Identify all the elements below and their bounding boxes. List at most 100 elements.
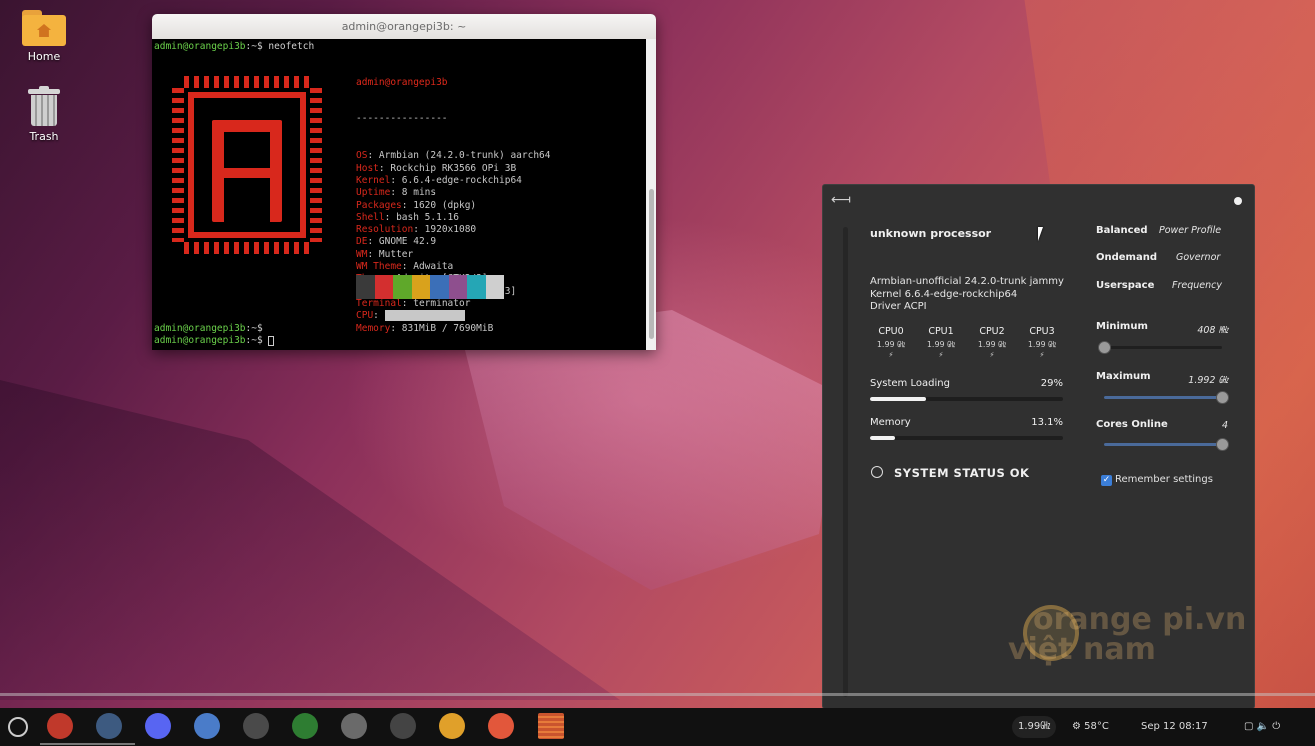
palette-swatch <box>356 275 375 299</box>
power-profile-value[interactable]: Balanced <box>1096 225 1148 236</box>
taskbar-app-green-app-icon[interactable] <box>292 713 318 739</box>
home-folder-icon <box>22 10 66 46</box>
processor-name: unknown processor <box>870 227 992 240</box>
tray-frequency[interactable]: 1.99㎓ <box>1012 708 1057 746</box>
cpu-core-name: CPU1 <box>928 326 954 337</box>
neofetch-line: CPU: (4) @ 1.992GHz <box>356 310 465 322</box>
terminal-title[interactable]: admin@orangepi3b: ~ <box>152 14 656 39</box>
desktop-trash[interactable]: Trash <box>9 86 79 143</box>
palette-swatch <box>448 275 467 299</box>
ubuntu-menu-icon[interactable] <box>8 717 28 737</box>
taskbar-app-cpufreq-app-icon[interactable] <box>538 713 564 739</box>
cpu-core: CPU2 1.99 ㎓ ⚡ <box>972 326 1012 359</box>
neofetch-line: Terminal: terminator <box>356 297 471 309</box>
slider-knob[interactable] <box>1216 391 1229 404</box>
terminal-prompt-line: admin@orangepi3b:~$ <box>154 323 263 334</box>
minimum-slider[interactable] <box>1098 341 1222 354</box>
smile-icon <box>871 466 883 478</box>
cpu-core-freq: 1.99 ㎓ <box>977 340 1007 349</box>
slider-knob[interactable] <box>1216 438 1229 451</box>
cpu-core: CPU1 1.99 ㎓ ⚡ <box>921 326 961 359</box>
back-arrow-icon[interactable]: ⟻ <box>831 192 851 208</box>
bolt-icon: ⚡ <box>888 351 894 359</box>
neofetch-line: OS: Armbian (24.2.0-trunk) aarch64 <box>356 150 551 162</box>
maximum-slider[interactable] <box>1104 391 1229 404</box>
terminal-window[interactable]: admin@orangepi3b: ~ admin@orangepi3b:~$ … <box>152 14 656 350</box>
neofetch-line: Memory: 831MiB / 7690MiB <box>356 322 494 334</box>
maximum-value: 1.992 ㎓ <box>1188 375 1228 386</box>
minimum-label: Minimum <box>1096 321 1148 332</box>
window-icon: ▢ <box>1244 721 1254 732</box>
taskbar-app-chromium-icon[interactable] <box>194 713 220 739</box>
neofetch-line: Shell: bash 5.1.16 <box>356 211 459 223</box>
cores-online-slider[interactable] <box>1104 438 1229 451</box>
neofetch-line: Resolution: 1920x1080 <box>356 224 477 236</box>
remember-settings-label: Remember settings <box>1115 474 1213 485</box>
video-progress-line <box>0 693 1315 696</box>
taskbar-active-indicator <box>40 743 135 745</box>
neofetch-line: Uptime: 8 mins <box>356 187 437 199</box>
frequency-label: Frequency <box>1172 280 1222 291</box>
bolt-icon: ⚡ <box>989 351 995 359</box>
neofetch-line: WM Theme: Adwaita <box>356 261 454 273</box>
trash-icon <box>28 86 60 126</box>
neofetch-line: DE: GNOME 42.9 <box>356 236 437 248</box>
slider-knob[interactable] <box>1098 341 1111 354</box>
palette-swatch <box>430 275 449 299</box>
terminal-scrollbar[interactable] <box>646 39 656 350</box>
cpu-core: CPU0 1.99 ㎓ ⚡ <box>871 326 911 359</box>
cpu-core-name: CPU2 <box>979 326 1005 337</box>
cpu-core-freq: 1.99 ㎓ <box>1027 340 1057 349</box>
cursor <box>268 335 275 346</box>
cpu-core-name: CPU3 <box>1029 326 1055 337</box>
neofetch-line: Kernel: 6.6.4-edge-rockchip64 <box>356 174 522 186</box>
taskbar <box>0 708 1315 746</box>
memory-bar <box>870 436 1063 440</box>
taskbar-app-image-viewer-icon[interactable] <box>341 713 367 739</box>
maximum-label: Maximum <box>1096 371 1151 382</box>
panel-scrollbar[interactable] <box>843 227 848 697</box>
governor-value[interactable]: Ondemand <box>1096 252 1157 263</box>
desktop-trash-label: Trash <box>29 130 59 143</box>
terminal-prompt-line: admin@orangepi3b:~$ <box>154 335 275 346</box>
color-palette <box>356 275 504 299</box>
system-status: SYSTEM STATUS OK <box>894 466 1030 480</box>
bolt-icon: ⚡ <box>938 351 944 359</box>
governor-label: Governor <box>1176 252 1221 263</box>
system-loading-label: System Loading <box>870 378 950 389</box>
tray-system-icons[interactable]: ▢ 🔈 ⏻ <box>1244 708 1280 746</box>
frequency-value[interactable]: Userspace <box>1096 280 1154 291</box>
desktop-home[interactable]: Home <box>9 10 79 63</box>
memory-value: 13.1% <box>1031 417 1063 428</box>
taskbar-app-discord-icon[interactable] <box>145 713 171 739</box>
taskbar-app-app-red-icon[interactable] <box>47 713 73 739</box>
desktop-home-label: Home <box>27 50 61 63</box>
taskbar-app-chrome-icon[interactable] <box>439 713 465 739</box>
tray-temperature[interactable]: ⚙ 58°C <box>1072 708 1109 746</box>
system-info: Armbian-unofficial 24.2.0-trunk jammy Ke… <box>870 276 1064 312</box>
terminal-command-line: admin@orangepi3b:~$ neofetch <box>154 41 315 52</box>
remember-settings-checkbox[interactable]: ✓ <box>1101 475 1112 486</box>
terminal-body[interactable]: admin@orangepi3b:~$ neofetch admin@orang… <box>152 39 656 350</box>
taskbar-app-files-icon[interactable] <box>96 713 122 739</box>
neofetch-line: WM: Mutter <box>356 248 414 260</box>
system-loading-bar <box>870 397 1063 401</box>
thermometer-icon: ⚙ <box>1072 721 1081 732</box>
menu-dot-icon[interactable] <box>1234 197 1242 205</box>
tray-clock[interactable]: Sep 12 08:17 <box>1141 708 1208 746</box>
taskbar-app-sublime-icon[interactable] <box>243 713 269 739</box>
taskbar-app-terminal-icon[interactable] <box>390 713 416 739</box>
neofetch-separator: ---------------- <box>356 113 448 125</box>
power-icon: ⏻ <box>1272 721 1281 732</box>
cpufreq-panel: ⟻ unknown processor Armbian-unofficial 2… <box>822 184 1255 709</box>
palette-swatch <box>485 275 504 299</box>
cpu-core: CPU3 1.99 ㎓ ⚡ <box>1022 326 1062 359</box>
neofetch-line: Host: Rockchip RK3566 OPi 3B <box>356 162 517 174</box>
minimum-value: 408 ㎒ <box>1197 325 1228 336</box>
cores-online-value: 4 <box>1221 420 1228 431</box>
power-profile-label: Power Profile <box>1159 225 1222 236</box>
wallpaper-shape <box>462 310 840 590</box>
cpu-core-name: CPU0 <box>878 326 904 337</box>
watermark: orange pi.vn việt nam <box>1008 602 1247 667</box>
taskbar-app-media-player-icon[interactable] <box>488 713 514 739</box>
